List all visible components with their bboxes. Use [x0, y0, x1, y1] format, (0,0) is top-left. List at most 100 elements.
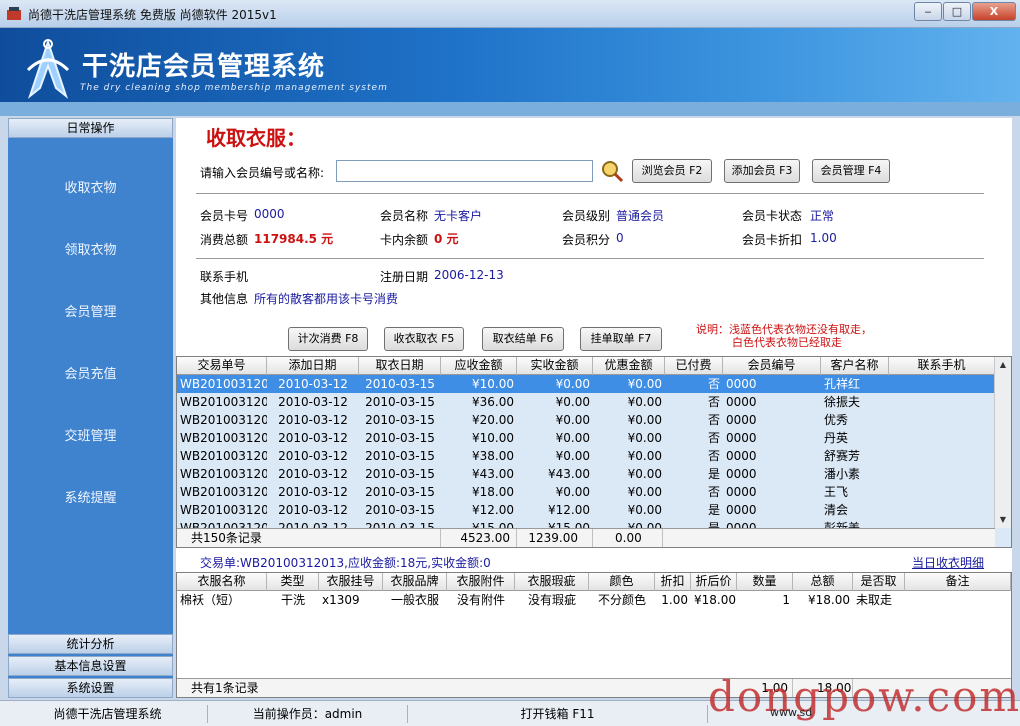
- points-label: 会员积分: [562, 233, 611, 247]
- column-header[interactable]: 备注: [905, 573, 1011, 591]
- table-cell: 否: [707, 431, 720, 445]
- scroll-up-icon[interactable]: ▲: [995, 357, 1011, 373]
- search-input[interactable]: [337, 161, 592, 181]
- sidebar-header-daily[interactable]: 日常操作: [8, 118, 173, 138]
- column-header[interactable]: 衣服挂号: [319, 573, 383, 591]
- column-header[interactable]: 衣服瑕疵: [515, 573, 589, 591]
- sidebar-stats[interactable]: 统计分析: [8, 634, 173, 654]
- table-cell: 0000: [726, 413, 757, 427]
- table-cell: [889, 393, 995, 411]
- table-row[interactable]: WB20100312006 2010-03-12 2010-03-15 ¥10.00 ¥…: [177, 429, 995, 447]
- table-cell: ¥18.00: [808, 593, 850, 607]
- table-cell: WB20100312006: [180, 431, 267, 445]
- card-no-label: 会员卡号: [200, 209, 249, 223]
- column-header[interactable]: 类型: [267, 573, 319, 591]
- watermark: dongpow.com: [708, 672, 1020, 721]
- table-row[interactable]: 棉袄（短） 干洗 x1309 一般衣服 没有附件 没有瑕疵 不分颜色 1.00 ¥18.00 1 ¥…: [177, 591, 1011, 609]
- table-cell: 舒赛芳: [824, 449, 861, 463]
- manage-member-button[interactable]: 会员管理 F4: [812, 159, 890, 183]
- column-header[interactable]: 添加日期: [267, 357, 359, 375]
- column-header[interactable]: 数量: [737, 573, 793, 591]
- column-header[interactable]: 是否取: [853, 573, 905, 591]
- sidebar-item-reminder[interactable]: 系统提醒: [8, 487, 173, 506]
- sidebar-item-receive[interactable]: 收取衣物: [8, 177, 173, 196]
- scroll-down-icon[interactable]: ▼: [995, 512, 1011, 528]
- browse-member-button[interactable]: 浏览会员 F2: [632, 159, 712, 183]
- divider: [196, 193, 984, 194]
- column-header[interactable]: 实收金额: [517, 357, 593, 375]
- column-header[interactable]: 衣服品牌: [383, 573, 447, 591]
- daily-detail-link[interactable]: 当日收衣明细: [912, 554, 984, 571]
- table-row[interactable]: WB20100312005 2010-03-12 2010-03-15 ¥38.00 ¥…: [177, 447, 995, 465]
- column-header[interactable]: 客户名称: [821, 357, 889, 375]
- table-row[interactable]: WB20100312004 2010-03-12 2010-03-15 ¥43.00 ¥…: [177, 465, 995, 483]
- table-cell: 2010-03-15: [365, 395, 435, 409]
- table-row[interactable]: WB20100312012 2010-03-12 2010-03-15 ¥10.00 ¥…: [177, 375, 995, 393]
- table-cell: ¥0.00: [627, 431, 662, 445]
- hang-order-button[interactable]: 挂单取单 F7: [580, 327, 662, 351]
- order-summary: 交易单:WB20100312013,应收金额:18元,实收金额:0: [200, 556, 491, 570]
- column-header[interactable]: 应收金额: [441, 357, 517, 375]
- column-header[interactable]: 交易单号: [177, 357, 267, 375]
- column-header[interactable]: 总额: [793, 573, 853, 591]
- orders-table[interactable]: 交易单号 添加日期 取衣日期 应收金额 实收金额 优惠金额 已付费 会员编号 客户名称 联系手机 …: [176, 356, 1012, 548]
- table-cell: 没有附件: [456, 593, 505, 607]
- table-row[interactable]: WB20100312011 2010-03-12 2010-03-15 ¥36.00 ¥…: [177, 393, 995, 411]
- search-field[interactable]: [336, 160, 593, 182]
- sidebar-item-members[interactable]: 会员管理: [8, 301, 173, 320]
- column-header[interactable]: 取衣日期: [359, 357, 441, 375]
- column-header[interactable]: 已付费: [665, 357, 723, 375]
- column-header[interactable]: 联系手机: [889, 357, 995, 375]
- table-cell: 潘小素: [824, 467, 861, 481]
- banner-title: 干洗店会员管理系统: [82, 52, 326, 82]
- column-header[interactable]: 折扣: [655, 573, 691, 591]
- table-cell: 是: [707, 467, 720, 481]
- sidebar-item-collect[interactable]: 领取衣物: [8, 239, 173, 258]
- member-level-label: 会员级别: [562, 209, 611, 223]
- note-line: 说明：浅蓝色代表衣物还没有取走，: [696, 323, 872, 336]
- banner-subtitle: The dry cleaning shop membership managem…: [80, 83, 388, 93]
- column-header[interactable]: 折后价: [691, 573, 737, 591]
- member-name-label: 会员名称: [380, 209, 429, 223]
- table-cell: 棉袄（短）: [180, 593, 241, 607]
- column-header[interactable]: 优惠金额: [593, 357, 665, 375]
- sidebar-item-recharge[interactable]: 会员充值: [8, 363, 173, 382]
- table-cell: x1309: [322, 593, 360, 607]
- search-icon[interactable]: [600, 159, 624, 183]
- table-row[interactable]: WB20100312010 2010-03-12 2010-03-15 ¥20.00 ¥…: [177, 411, 995, 429]
- count-consume-button[interactable]: 计次消费 F8: [288, 327, 368, 351]
- minimize-button[interactable]: ‒: [914, 2, 942, 21]
- sidebar-system-settings[interactable]: 系统设置: [8, 678, 173, 698]
- table-cell: ¥12.00: [472, 503, 514, 517]
- column-header[interactable]: 衣服附件: [447, 573, 515, 591]
- column-header[interactable]: 颜色: [589, 573, 655, 591]
- table-cell: ¥0.00: [627, 413, 662, 427]
- column-header[interactable]: 会员编号: [723, 357, 821, 375]
- main-panel: 收取衣服： 请输入会员编号或名称: 浏览会员 F2 添加会员 F3 会员管理 F…: [176, 118, 1012, 698]
- table-cell: [905, 591, 1011, 609]
- table-cell: WB20100312011: [180, 395, 267, 409]
- maximize-button[interactable]: □: [943, 2, 971, 21]
- table-cell: WB20100312004: [180, 467, 267, 481]
- table-cell: ¥18.00: [694, 593, 736, 607]
- close-button[interactable]: X: [972, 2, 1016, 21]
- table-cell: ¥0.00: [627, 377, 662, 391]
- add-member-button[interactable]: 添加会员 F3: [724, 159, 800, 183]
- orders-scrollbar[interactable]: ▲ ▼: [994, 357, 1011, 528]
- total-spend-label: 消费总额: [200, 233, 249, 247]
- table-cell: ¥0.00: [555, 449, 590, 463]
- table-cell: ¥0.00: [555, 395, 590, 409]
- table-cell: [889, 483, 995, 501]
- table-row[interactable]: WB20100312003 2010-03-12 2010-03-15 ¥18.00 ¥…: [177, 483, 995, 501]
- column-header[interactable]: 衣服名称: [177, 573, 267, 591]
- settle-order-button[interactable]: 取衣结单 F6: [482, 327, 564, 351]
- orders-receivable-total: 4523.00: [441, 529, 517, 547]
- sidebar-basic-settings[interactable]: 基本信息设置: [8, 656, 173, 676]
- status-cash-drawer[interactable]: 打开钱箱 F11: [408, 705, 708, 723]
- table-row[interactable]: WB20100312002 2010-03-12 2010-03-15 ¥12.00 ¥…: [177, 501, 995, 519]
- table-cell: 是: [707, 503, 720, 517]
- app-icon: [7, 7, 21, 20]
- sidebar-item-shift[interactable]: 交班管理: [8, 425, 173, 444]
- table-cell: 干洗: [280, 593, 305, 607]
- receive-clothes-button[interactable]: 收衣取衣 F5: [384, 327, 464, 351]
